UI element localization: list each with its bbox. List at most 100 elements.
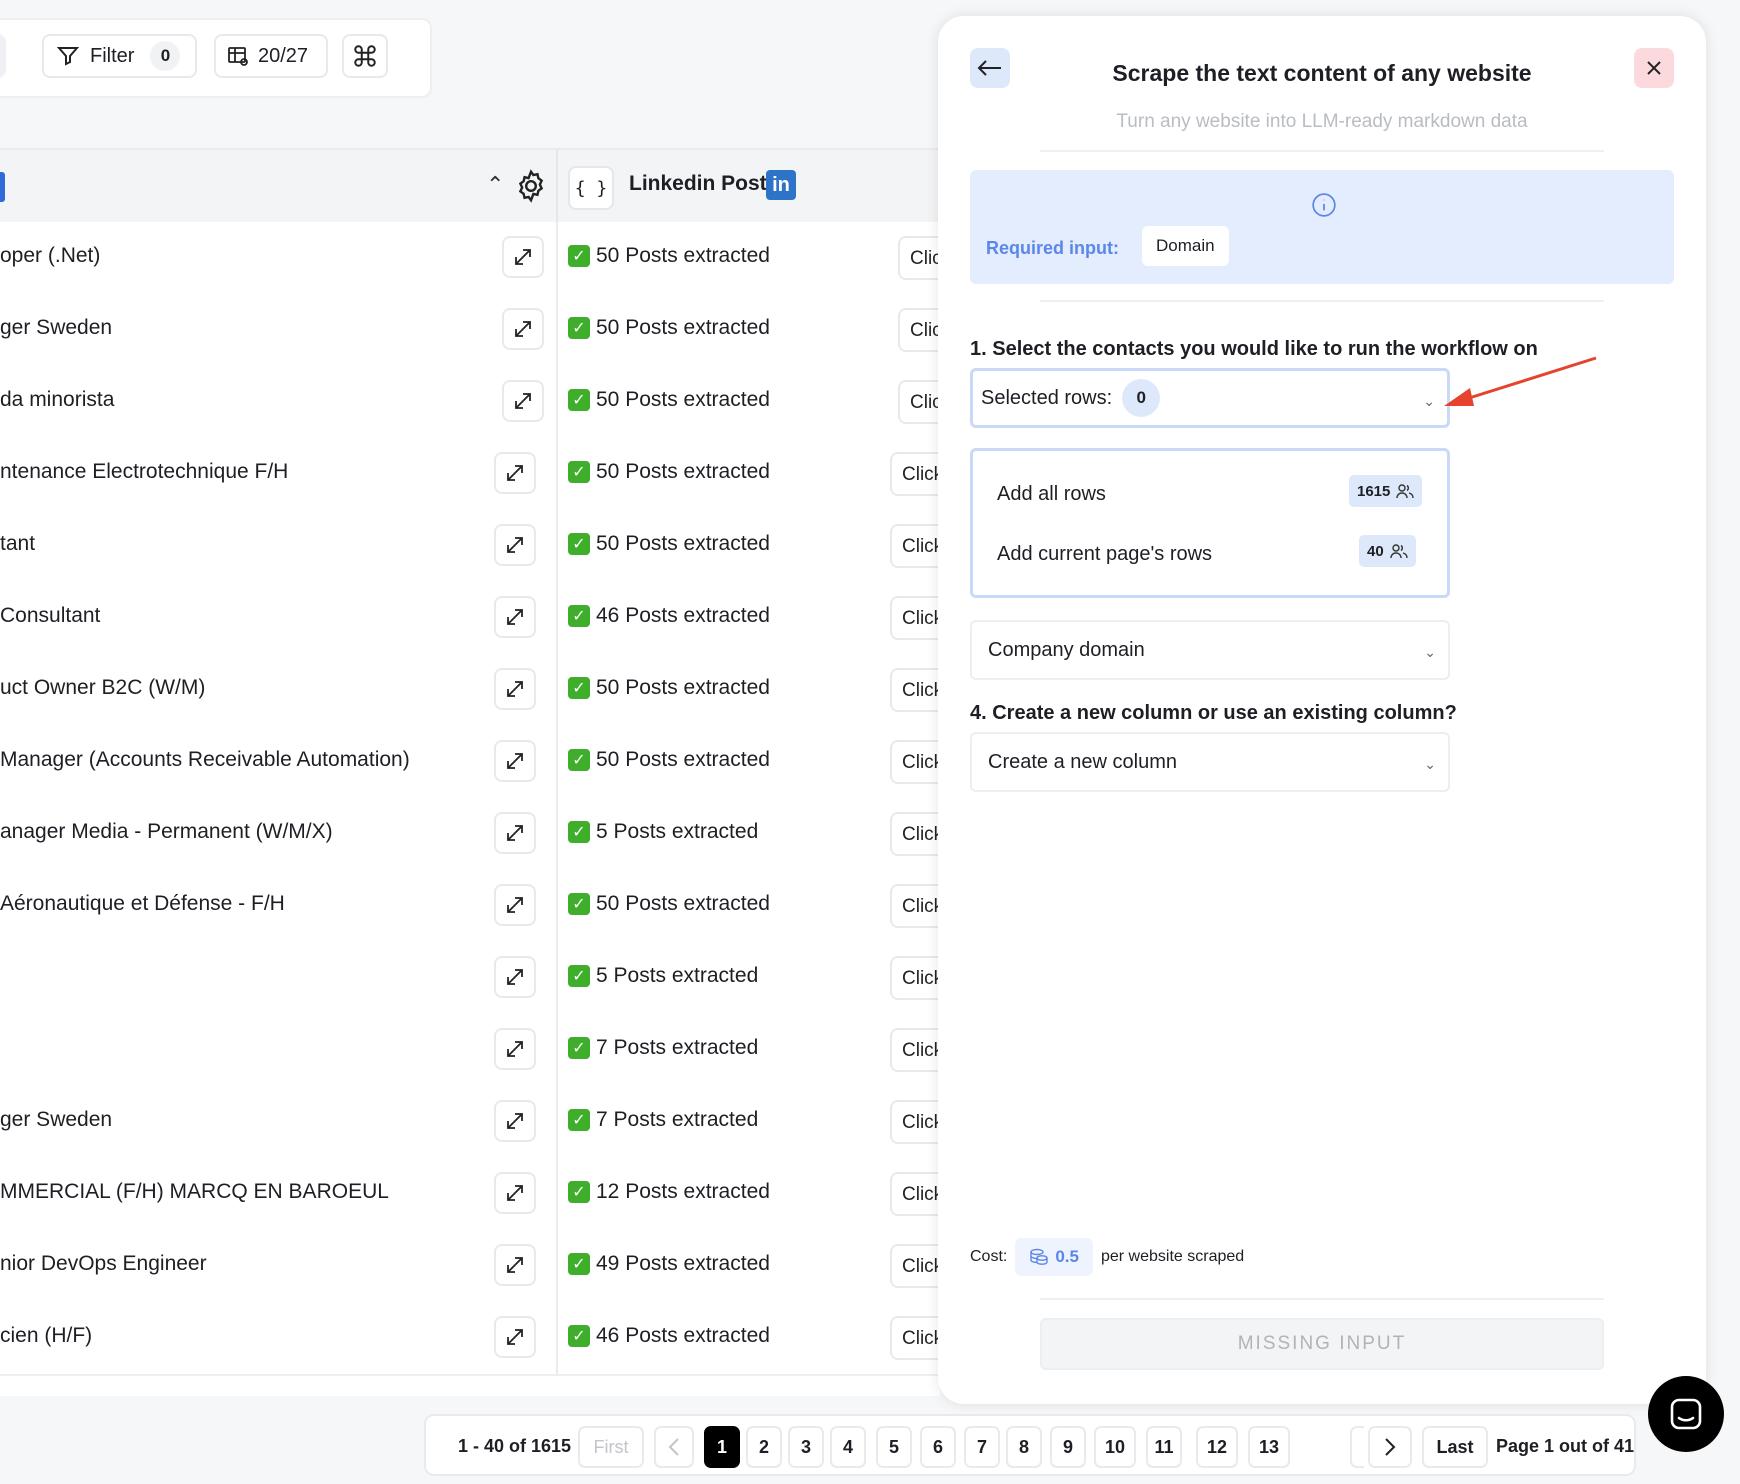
page-button-truncated[interactable] (1350, 1426, 1364, 1468)
last-page-button[interactable]: Last (1422, 1426, 1488, 1468)
linkedin-posts-cell[interactable]: ✓ 49 Posts extracted (568, 1252, 770, 1276)
close-button[interactable] (1634, 48, 1674, 88)
command-button[interactable] (342, 34, 388, 78)
linkedin-posts-cell[interactable]: ✓ 5 Posts extracted (568, 964, 758, 988)
column-divider (556, 510, 558, 582)
page-button-9[interactable]: 9 (1050, 1426, 1086, 1468)
add-all-rows-option[interactable]: Add all rows (997, 483, 1106, 506)
page-button-1[interactable]: 1 (704, 1426, 740, 1468)
chevron-down-icon: ⌄ (1424, 756, 1436, 772)
job-title-cell: anager Media - Permanent (W/M/X) (0, 820, 333, 843)
column-divider (556, 1014, 558, 1086)
page-button-10[interactable]: 10 (1094, 1426, 1136, 1468)
table-row: Manager (Accounts Receivable Automation)… (0, 726, 970, 800)
check-icon: ✓ (568, 821, 590, 843)
linkedin-posts-cell[interactable]: ✓ 7 Posts extracted (568, 1108, 758, 1132)
filter-button[interactable]: Filter 0 (42, 34, 197, 78)
check-icon: ✓ (568, 533, 590, 555)
expand-row-button[interactable] (494, 524, 536, 566)
table-row: ger Sweden ✓ 50 Posts extracted Click (0, 294, 978, 368)
expand-row-button[interactable] (502, 236, 544, 278)
check-icon: ✓ (568, 1325, 590, 1347)
linkedin-posts-cell[interactable]: ✓ 50 Posts extracted (568, 460, 770, 484)
column-divider (556, 582, 558, 654)
check-icon: ✓ (568, 677, 590, 699)
linkedin-post-column-header[interactable]: Linkedin Post (629, 172, 767, 196)
page-button-6[interactable]: 6 (920, 1426, 956, 1468)
pagination-bar: 1 - 40 of 1615 First 1 2 3 4 5 6 7 8 9 10 11 12 13 L… (424, 1414, 1636, 1476)
expand-row-button[interactable] (494, 884, 536, 926)
table-row: ger Sweden ✓ 7 Posts extracted Click (0, 1086, 970, 1160)
table-row: ntenance Electrotechnique F/H ✓ 50 Posts e… (0, 438, 970, 512)
linkedin-posts-cell[interactable]: ✓ 50 Posts extracted (568, 532, 770, 556)
page-button-13[interactable]: 13 (1248, 1426, 1290, 1468)
sort-icon[interactable]: ⌃ (486, 172, 504, 198)
cost-label: Cost: (970, 1248, 1008, 1265)
page-button-7[interactable]: 7 (964, 1426, 1000, 1468)
filter-count-badge: 0 (150, 41, 181, 71)
add-page-rows-count: 40 (1359, 535, 1416, 567)
submit-button[interactable]: MISSING INPUT (1040, 1318, 1604, 1370)
linkedin-posts-cell[interactable]: ✓ 50 Posts extracted (568, 892, 770, 916)
check-icon: ✓ (568, 245, 590, 267)
next-page-button[interactable] (1368, 1426, 1412, 1468)
column-divider (556, 654, 558, 726)
expand-row-button[interactable] (502, 308, 544, 350)
column-divider (556, 1086, 558, 1158)
selected-rows-select[interactable]: Selected rows: 0 ⌄ (970, 368, 1450, 428)
expand-row-button[interactable] (494, 1028, 536, 1070)
columns-button[interactable]: 20/27 (214, 34, 328, 78)
linkedin-posts-cell[interactable]: ✓ 5 Posts extracted (568, 820, 758, 844)
expand-row-button[interactable] (494, 452, 536, 494)
json-braces-icon[interactable]: { } (568, 166, 614, 210)
page-button-11[interactable]: 11 (1146, 1426, 1182, 1468)
page-button-3[interactable]: 3 (788, 1426, 824, 1468)
first-page-button[interactable]: First (578, 1426, 644, 1468)
add-current-page-rows-option[interactable]: Add current page's rows (997, 543, 1212, 566)
column-choice-select[interactable]: Create a new column ⌄ (970, 732, 1450, 792)
expand-icon (507, 537, 523, 553)
linkedin-posts-cell[interactable]: ✓ 50 Posts extracted (568, 388, 770, 412)
column-divider (556, 726, 558, 798)
step-4-label: 4. Create a new column or use an existin… (970, 702, 1457, 724)
expand-row-button[interactable] (494, 740, 536, 782)
job-title-cell: da minorista (0, 388, 115, 411)
linkedin-posts-cell[interactable]: ✓ 46 Posts extracted (568, 1324, 770, 1348)
job-title-cell: ger Sweden (0, 1108, 113, 1131)
page-button-2[interactable]: 2 (746, 1426, 782, 1468)
filter-icon (56, 47, 80, 66)
linkedin-posts-cell[interactable]: ✓ 12 Posts extracted (568, 1180, 770, 1204)
prev-page-button[interactable] (654, 1426, 694, 1468)
expand-row-button[interactable] (494, 1172, 536, 1214)
check-icon: ✓ (568, 1181, 590, 1203)
expand-row-button[interactable] (494, 956, 536, 998)
linkedin-posts-cell[interactable]: ✓ 50 Posts extracted (568, 676, 770, 700)
linkedin-posts-cell[interactable]: ✓ 46 Posts extracted (568, 604, 770, 628)
expand-row-button[interactable] (494, 1100, 536, 1142)
expand-row-button[interactable] (494, 1316, 536, 1358)
cost-chip: 0.5 (1015, 1238, 1093, 1276)
toolbar-search-stub[interactable] (0, 34, 6, 78)
gear-icon[interactable] (513, 168, 549, 204)
expand-row-button[interactable] (494, 668, 536, 710)
chevron-down-icon: ⌄ (1424, 644, 1436, 660)
linkedin-posts-cell[interactable]: ✓ 7 Posts extracted (568, 1036, 758, 1060)
expand-row-button[interactable] (494, 812, 536, 854)
page-button-8[interactable]: 8 (1006, 1426, 1042, 1468)
table-row: ✓ 7 Posts extracted Click (0, 1014, 970, 1088)
linkedin-posts-cell[interactable]: ✓ 50 Posts extracted (568, 244, 770, 268)
expand-row-button[interactable] (494, 1244, 536, 1286)
linkedin-posts-cell[interactable]: ✓ 50 Posts extracted (568, 748, 770, 772)
page-button-12[interactable]: 12 (1196, 1426, 1238, 1468)
page-button-5[interactable]: 5 (876, 1426, 912, 1468)
divider (1040, 150, 1604, 152)
expand-row-button[interactable] (494, 596, 536, 638)
expand-icon (507, 1185, 523, 1201)
table-row: anager Media - Permanent (W/M/X) ✓ 5 Posts… (0, 798, 970, 872)
close-icon (1647, 61, 1661, 75)
expand-row-button[interactable] (502, 380, 544, 422)
company-domain-select[interactable]: Company domain ⌄ (970, 620, 1450, 680)
chat-launcher-button[interactable] (1648, 1376, 1724, 1452)
page-button-4[interactable]: 4 (830, 1426, 866, 1468)
linkedin-posts-cell[interactable]: ✓ 50 Posts extracted (568, 316, 770, 340)
